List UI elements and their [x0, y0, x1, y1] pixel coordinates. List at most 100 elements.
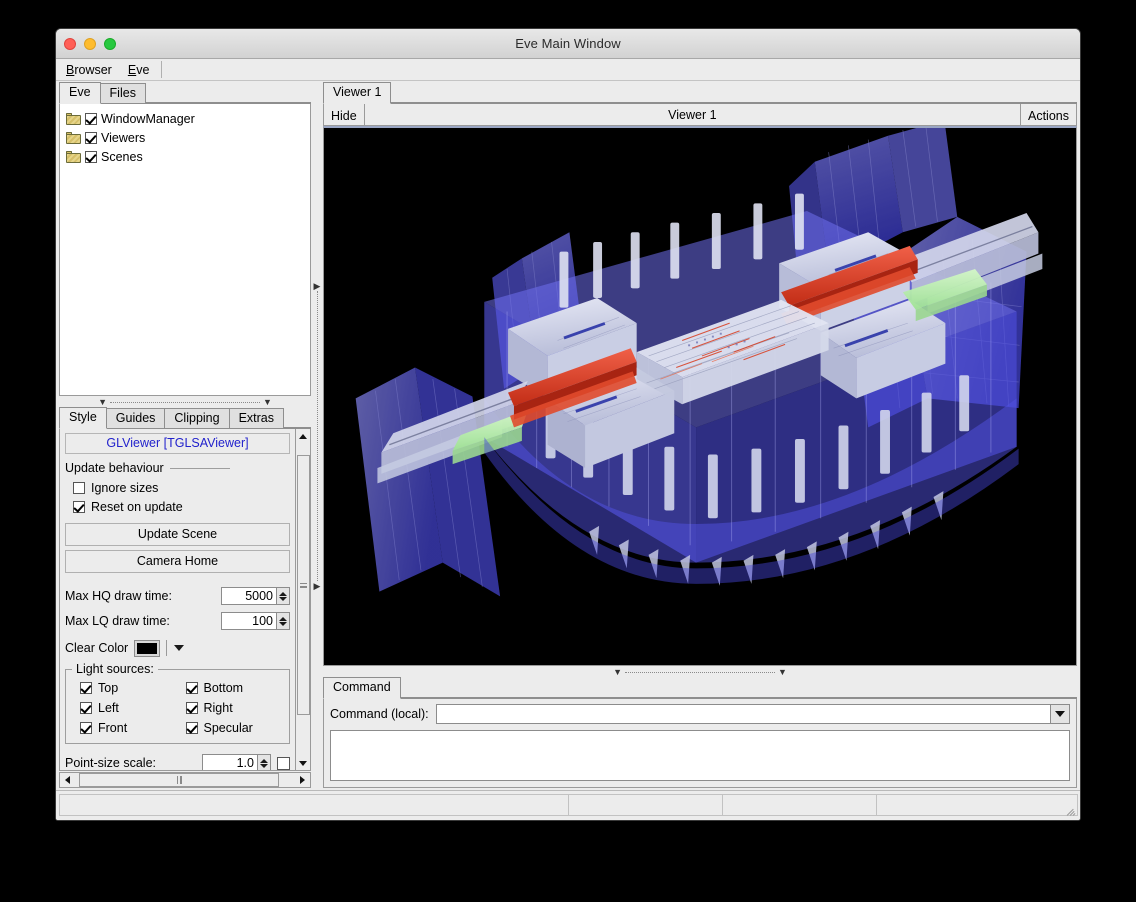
checkbox-reset-on-update[interactable]: Reset on update	[65, 497, 290, 516]
checkbox-ignore-sizes[interactable]: Ignore sizes	[65, 478, 290, 497]
tab-style[interactable]: Style	[59, 407, 107, 429]
max-lq-draw-time-row: Max LQ draw time: 100	[65, 610, 290, 632]
splitter-dots	[110, 402, 260, 403]
scroll-thumb-horizontal[interactable]	[79, 773, 279, 787]
menu-browser-label: rowser	[74, 63, 112, 77]
menu-browser[interactable]: Browser	[58, 59, 120, 80]
editor-object-title[interactable]: GLViewer [TGLSAViewer]	[65, 433, 290, 454]
window-title: Eve Main Window	[515, 36, 621, 51]
command-input-row: Command (local):	[330, 704, 1070, 724]
scroll-right-button[interactable]	[295, 773, 310, 787]
editor-horizontal-scrollbar[interactable]	[59, 772, 311, 788]
point-size-scale-checkbox[interactable]	[277, 757, 290, 770]
scroll-left-button[interactable]	[60, 773, 75, 787]
light-top-label: Top	[98, 681, 118, 695]
scroll-down-button[interactable]	[297, 756, 310, 770]
command-input[interactable]	[436, 704, 1051, 724]
light-specular[interactable]: Specular	[178, 718, 284, 737]
editor-vertical-scrollbar[interactable]	[296, 429, 311, 771]
tab-clipping[interactable]: Clipping	[164, 408, 229, 428]
command-dock: Command Command (local):	[323, 678, 1077, 788]
scroll-thumb[interactable]	[297, 455, 310, 715]
right-dock: Viewer 1 Hide Viewer 1 Actions	[323, 83, 1077, 788]
tabstrip-filler	[145, 102, 311, 103]
list-item[interactable]: Scenes	[66, 147, 310, 166]
tree-item-checkbox[interactable]	[85, 113, 97, 125]
max-hq-draw-time-row: Max HQ draw time: 5000	[65, 585, 290, 607]
tab-guides[interactable]: Guides	[106, 408, 166, 428]
window-titlebar: Eve Main Window	[56, 29, 1080, 59]
folder-icon	[66, 113, 81, 125]
maximize-button[interactable]	[104, 38, 116, 50]
light-right[interactable]: Right	[178, 698, 284, 717]
group-rule	[170, 468, 230, 469]
tab-eve[interactable]: Eve	[59, 82, 101, 104]
tab-files[interactable]: Files	[100, 83, 146, 103]
command-panel: Command (local):	[323, 699, 1077, 788]
command-history-dropdown[interactable]	[1051, 704, 1070, 724]
tree-item-checkbox[interactable]	[85, 132, 97, 144]
light-right-checkbox[interactable]	[186, 702, 198, 714]
dock-vertical-splitter[interactable]: ▶ ▶	[311, 83, 323, 788]
chevron-down-icon: ▼	[263, 398, 272, 407]
max-lq-draw-time-stepper[interactable]	[277, 612, 290, 630]
clear-color-swatch[interactable]	[135, 641, 159, 656]
menubar: Browser Eve	[56, 59, 1080, 81]
scroll-track-horizontal[interactable]	[75, 773, 295, 787]
light-top[interactable]: Top	[72, 678, 178, 697]
tabstrip-filler	[390, 102, 1077, 103]
viewer-pane: Viewer 1 Hide Viewer 1 Actions	[323, 83, 1077, 666]
viewer-command-splitter[interactable]: ▼ ▼	[323, 666, 1077, 678]
light-top-checkbox[interactable]	[80, 682, 92, 694]
max-hq-draw-time-input[interactable]: 5000	[221, 587, 277, 605]
list-item[interactable]: WindowManager	[66, 109, 310, 128]
tab-extras[interactable]: Extras	[229, 408, 284, 428]
eve-main-window: Eve Main Window Browser Eve Eve Files Wi…	[55, 28, 1081, 821]
command-output[interactable]	[330, 730, 1070, 781]
list-item[interactable]: Viewers	[66, 128, 310, 147]
light-bottom-checkbox[interactable]	[186, 682, 198, 694]
color-divider	[166, 640, 167, 656]
camera-home-button[interactable]: Camera Home	[65, 550, 290, 573]
point-size-scale-stepper[interactable]	[258, 754, 271, 771]
light-bottom[interactable]: Bottom	[178, 678, 284, 697]
browser-tabstrip: Eve Files	[59, 83, 311, 104]
command-tabstrip: Command	[323, 678, 1077, 699]
reset-on-update-checkbox[interactable]	[73, 501, 85, 513]
tree-item-checkbox[interactable]	[85, 151, 97, 163]
tab-viewer-1[interactable]: Viewer 1	[323, 82, 391, 104]
hide-button[interactable]: Hide	[324, 104, 365, 125]
light-sources-group: Light sources: Top Bottom	[65, 662, 290, 744]
light-left[interactable]: Left	[72, 698, 178, 717]
status-segment-3	[722, 794, 877, 816]
ignore-sizes-checkbox[interactable]	[73, 482, 85, 494]
menu-eve[interactable]: Eve	[120, 59, 158, 80]
splitter-dots-vertical	[317, 291, 318, 581]
point-size-scale-label: Point-size scale:	[65, 756, 202, 770]
minimize-button[interactable]	[84, 38, 96, 50]
update-scene-button[interactable]: Update Scene	[65, 523, 290, 546]
light-front-checkbox[interactable]	[80, 722, 92, 734]
light-specular-checkbox[interactable]	[186, 722, 198, 734]
status-segment-1	[59, 794, 569, 816]
menubar-empty-area	[162, 59, 1080, 80]
left-dock: Eve Files WindowManager Viewers	[59, 83, 311, 788]
resize-grip[interactable]	[1065, 805, 1077, 817]
list-item-label: Viewers	[101, 131, 145, 145]
gl-viewer-canvas[interactable]	[323, 126, 1077, 666]
actions-button[interactable]: Actions	[1020, 104, 1076, 125]
max-hq-draw-time-stepper[interactable]	[277, 587, 290, 605]
chevron-down-icon[interactable]	[174, 645, 184, 651]
tab-command[interactable]: Command	[323, 677, 401, 699]
point-size-scale-input[interactable]: 1.0	[202, 754, 258, 771]
chevron-down-icon: ▼	[98, 398, 107, 407]
max-lq-draw-time-label: Max LQ draw time:	[65, 614, 221, 628]
eve-tree-panel[interactable]: WindowManager Viewers Scenes	[59, 104, 311, 396]
light-left-checkbox[interactable]	[80, 702, 92, 714]
scroll-up-button[interactable]	[297, 429, 310, 443]
light-front[interactable]: Front	[72, 718, 178, 737]
scroll-track[interactable]	[297, 443, 310, 756]
close-button[interactable]	[64, 38, 76, 50]
grip-icon	[177, 776, 182, 784]
max-lq-draw-time-input[interactable]: 100	[221, 612, 277, 630]
